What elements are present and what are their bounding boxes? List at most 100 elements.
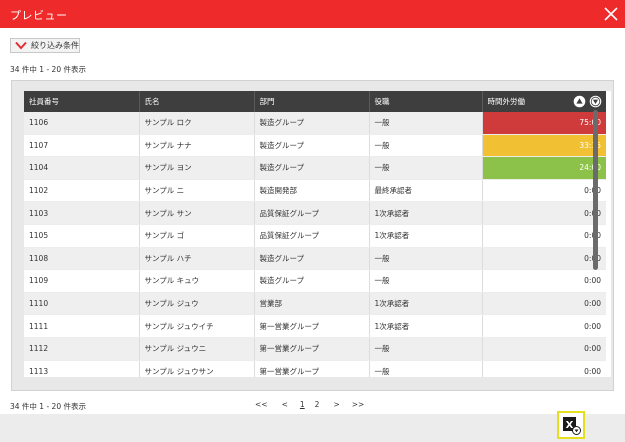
cell-overtime: 0:00 [482,292,606,316]
column-header-overtime: 時間外労働 [482,91,606,112]
sort-ascending-icon[interactable] [573,95,586,108]
cell-name: サンプル サン [139,201,255,225]
page-prev-link[interactable]: < [282,400,288,409]
cell-employee-id: 1111 [24,314,140,338]
cell-overtime: 0:00 [482,337,606,361]
cell-name: サンプル ナナ [139,134,255,158]
result-count-bottom: 34 件中 1 - 20 件表示 [10,402,86,411]
cell-name: サンプル ニ [139,179,255,203]
page-last-link[interactable]: >> [352,400,365,409]
cell-department: 品質保証グループ [254,224,370,248]
cell-name: サンプル ジュウニ [139,337,255,361]
cell-position: 一般 [369,247,483,271]
close-icon[interactable] [601,4,621,24]
cell-department: 第一営業グループ [254,337,370,361]
scrollbar-thumb[interactable] [593,110,598,270]
table-row[interactable]: 1108サンプル ハチ製造グループ一般0:00 [24,247,606,271]
table-scrollbar[interactable] [593,110,598,376]
cell-name: サンプル キュウ [139,269,255,293]
cell-name: サンプル ロク [139,112,255,135]
cell-position: 一般 [369,360,483,377]
column-header-overtime-label: 時間外労働 [487,97,526,106]
table-row[interactable]: 1109 サンプル キュウ 製造グループ 一般 0:00 [24,269,606,293]
employee-table: 社員番号 氏名 部門 役職 時間外労働 1106 サンプル ロク 製造グループ … [24,91,606,377]
column-header-department: 部門 [254,91,370,112]
title-bar: プレビュー [0,0,625,28]
cell-employee-id: 1106 [24,112,140,135]
filter-button-label: 絞り込み条件 [31,41,79,50]
table-row[interactable]: 1112 サンプル ジュウニ 第一営業グループ 一般 0:00 [24,337,606,361]
table-row[interactable]: 1102サンプル ニ製造開発部最終承認者0:00 [24,179,606,203]
table-row[interactable]: 1104 サンプル ヨン 製造グループ 一般 24:00 [24,156,606,180]
cell-employee-id: 1112 [24,337,140,361]
cell-position: 一般 [369,156,483,180]
cell-name: サンプル ハチ [139,247,255,271]
cell-name: サンプル ジュウ [139,292,255,316]
table-row[interactable]: 1113 サンプル ジュウサン 第一営業グループ 一般 0:00 [24,360,606,377]
cell-overtime: 0:00 [482,201,606,225]
cell-employee-id: 1113 [24,360,140,377]
cell-position: 1次承認者 [369,292,483,316]
pagination: << < 1 2 > >> [255,400,364,409]
cell-overtime: 75:00 [482,112,606,135]
footer-bar [0,414,625,442]
cell-position: 最終承認者 [369,179,483,203]
cell-employee-id: 1102 [24,179,140,203]
filter-conditions-button[interactable]: 絞り込み条件 [10,38,80,53]
cell-overtime: 0:00 [482,179,606,203]
table-row[interactable]: 1103サンプル サン品質保証グループ1次承認者0:00 [24,201,606,225]
cell-overtime: 0:00 [482,269,606,293]
table-row[interactable]: 1106 サンプル ロク 製造グループ 一般 75:00 [24,112,606,135]
cell-employee-id: 1109 [24,269,140,293]
table-scroll-area[interactable]: 社員番号 氏名 部門 役職 時間外労働 1106 サンプル ロク 製造グループ … [24,91,611,377]
table-row[interactable]: 1110 サンプル ジュウ 営業部 1次承認者 0:00 [24,292,606,316]
table-row[interactable]: 1105サンプル ゴ品質保証グループ1次承認者0:00 [24,224,606,248]
cell-name: サンプル ヨン [139,156,255,180]
excel-export-icon: X [563,417,581,435]
sort-descending-icon[interactable] [589,95,602,108]
table-panel: 社員番号 氏名 部門 役職 時間外労働 1106 サンプル ロク 製造グループ … [11,80,614,391]
cell-department: 第一営業グループ [254,360,370,377]
chevron-down-icon [15,41,27,50]
cell-overtime: 0:00 [482,360,606,377]
table-row[interactable]: 1111 サンプル ジュウイチ 第一営業グループ 1次承認者 0:00 [24,314,606,338]
cell-department: 製造グループ [254,156,370,180]
result-count: 34 件中 1 - 20 件表示 [10,65,86,74]
cell-position: 一般 [369,134,483,158]
cell-name: サンプル ゴ [139,224,255,248]
cell-position: 1次承認者 [369,224,483,248]
cell-position: 一般 [369,112,483,135]
cell-overtime: 0:00 [482,314,606,338]
page-link-1[interactable]: 1 [300,400,305,409]
cell-employee-id: 1110 [24,292,140,316]
cell-position: 1次承認者 [369,314,483,338]
cell-department: 製造グループ [254,134,370,158]
cell-employee-id: 1107 [24,134,140,158]
cell-department: 第一営業グループ [254,314,370,338]
cell-overtime: 0:00 [482,224,606,248]
column-header-employee-id: 社員番号 [24,91,140,112]
dialog-title: プレビュー [10,9,68,22]
cell-name: サンプル ジュウサン [139,360,255,377]
table-row[interactable]: 1107 サンプル ナナ 製造グループ 一般 33:15 [24,134,606,158]
cell-overtime: 33:15 [482,134,606,158]
column-header-name: 氏名 [139,91,255,112]
cell-department: 製造グループ [254,112,370,135]
column-header-position: 役職 [369,91,483,112]
cell-department: 営業部 [254,292,370,316]
cell-department: 製造グループ [254,247,370,271]
page-first-link[interactable]: << [255,400,268,409]
cell-name: サンプル ジュウイチ [139,314,255,338]
cell-department: 品質保証グループ [254,201,370,225]
cell-position: 一般 [369,337,483,361]
page-next-link[interactable]: > [333,400,339,409]
cell-employee-id: 1104 [24,156,140,180]
cell-department: 製造開発部 [254,179,370,203]
cell-position: 1次承認者 [369,201,483,225]
cell-overtime: 24:00 [482,156,606,180]
cell-employee-id: 1103 [24,201,140,225]
cell-employee-id: 1108 [24,247,140,271]
excel-export-button[interactable]: X [557,411,585,439]
cell-department: 製造グループ [254,269,370,293]
page-link-2[interactable]: 2 [315,400,320,409]
